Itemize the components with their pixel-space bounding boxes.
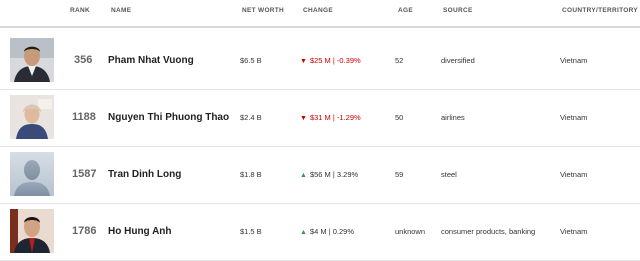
change-value: ▼ $31 M | -1.29% — [300, 89, 361, 146]
source-value: steel — [441, 170, 457, 179]
net-worth-value: $1.5 B — [240, 227, 262, 236]
net-worth-value: $6.5 B — [240, 56, 262, 65]
net-worth-value: $2.4 B — [240, 113, 262, 122]
rank-value: 1786 — [72, 225, 97, 237]
table-row[interactable]: 1587 Tran Dinh Long $1.8 B ▲ $56 M | 3.29… — [0, 146, 640, 204]
age-value: 59 — [395, 170, 404, 179]
rank-value: 1188 — [72, 111, 96, 123]
net-worth-value: $1.8 B — [240, 170, 262, 179]
arrow-down-icon: ▼ — [300, 115, 307, 122]
person-photo-icon[interactable] — [10, 209, 54, 253]
arrow-up-icon: ▲ — [300, 229, 307, 236]
column-header-change[interactable]: CHANGE — [303, 7, 333, 14]
arrow-down-icon: ▼ — [300, 58, 307, 65]
column-header-net-worth[interactable]: NET WORTH — [242, 7, 284, 14]
age-value: unknown — [395, 227, 426, 236]
country-value: Vietnam — [560, 170, 588, 179]
country-value: Vietnam — [560, 227, 588, 236]
country-value: Vietnam — [560, 113, 588, 122]
source-value: consumer products, banking — [441, 227, 536, 236]
person-photo-icon[interactable] — [10, 95, 54, 139]
country-value: Vietnam — [560, 56, 588, 65]
table-row[interactable]: 1188 Nguyen Thi Phuong Thao $2.4 B ▼ $31 … — [0, 89, 640, 147]
age-value: 50 — [395, 113, 404, 122]
age-value: 52 — [395, 56, 404, 65]
change-value: ▲ $4 M | 0.29% — [300, 203, 354, 260]
person-name-link[interactable]: Pham Nhat Vuong — [108, 32, 194, 89]
table-row[interactable]: 356 Pham Nhat Vuong $6.5 B ▼ $25 M | -0.3… — [0, 32, 640, 90]
table-header: RANK NAME NET WORTH CHANGE AGE SOURCE CO… — [0, 0, 640, 28]
column-header-name[interactable]: NAME — [111, 7, 131, 14]
person-name-link[interactable]: Nguyen Thi Phuong Thao — [108, 89, 229, 146]
arrow-up-icon: ▲ — [300, 172, 307, 179]
column-header-source[interactable]: SOURCE — [443, 7, 473, 14]
source-value: diversified — [441, 56, 475, 65]
column-header-country[interactable]: COUNTRY/TERRITORY — [562, 7, 638, 14]
billionaires-table: RANK NAME NET WORTH CHANGE AGE SOURCE CO… — [0, 0, 640, 261]
placeholder-silhouette-icon[interactable] — [10, 152, 54, 196]
rank-value: 356 — [74, 54, 93, 66]
rank-value: 1587 — [72, 168, 97, 180]
change-value: ▼ $25 M | -0.39% — [300, 32, 361, 89]
table-row[interactable]: 1786 Ho Hung Anh $1.5 B ▲ $4 M | 0.29% un… — [0, 203, 640, 261]
source-value: airlines — [441, 113, 465, 122]
person-photo-icon[interactable] — [10, 38, 54, 82]
person-name-link[interactable]: Ho Hung Anh — [108, 203, 172, 260]
change-value: ▲ $56 M | 3.29% — [300, 146, 358, 203]
column-header-age[interactable]: AGE — [398, 7, 413, 14]
person-name-link[interactable]: Tran Dinh Long — [108, 146, 181, 203]
column-header-rank[interactable]: RANK — [70, 7, 90, 14]
